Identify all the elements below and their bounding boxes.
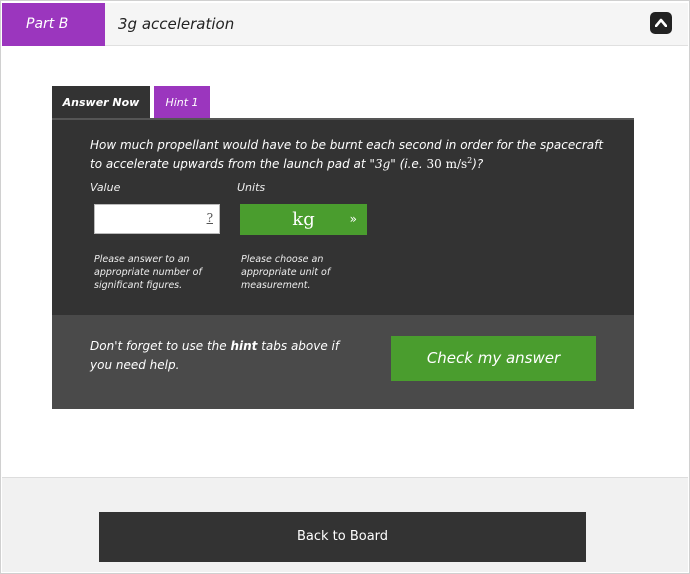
units-selected: kg [292, 209, 315, 230]
question-part-2: " (i.e. [390, 157, 427, 171]
tab-answer-now[interactable]: Answer Now [52, 86, 150, 119]
help-question-mark[interactable]: ? [207, 211, 213, 225]
part-label: Part B [2, 3, 105, 46]
units-label: Units [237, 181, 266, 194]
value-help-text: Please answer to an appropriate number o… [94, 254, 202, 291]
tab-hint-1[interactable]: Hint 1 [154, 86, 210, 119]
value-field[interactable]: ? [94, 204, 220, 234]
check-answer-button[interactable]: Check my answer [391, 336, 596, 381]
hint-reminder: Don't forget to use the hint tabs above … [90, 337, 340, 375]
units-dropdown[interactable]: kg » [240, 204, 367, 235]
panel-footer: Don't forget to use the hint tabs above … [52, 315, 634, 409]
question-part-3: )? [472, 157, 484, 171]
question-value: 30 [426, 157, 442, 171]
bottom-bar: Back to Board [2, 477, 688, 572]
part-header: Part B 3g acceleration [2, 3, 688, 46]
value-input[interactable] [95, 205, 219, 233]
question-text: How much propellant would have to be bur… [90, 136, 610, 174]
chevron-down-icon: » [349, 212, 357, 226]
back-to-board-button[interactable]: Back to Board [99, 512, 586, 562]
collapse-button[interactable] [650, 12, 672, 34]
reminder-bold: hint [230, 339, 258, 353]
units-help-text: Please choose an appropriate unit of mea… [241, 254, 331, 291]
question-accel: 3g [374, 157, 391, 171]
value-label: Value [90, 181, 121, 194]
question-quantity: 30 m/s2 [426, 157, 472, 172]
part-title: 3g acceleration [118, 15, 235, 33]
answer-panel: How much propellant would have to be bur… [52, 118, 634, 409]
question-part-1: How much propellant would have to be bur… [90, 138, 604, 171]
reminder-part-1: Don't forget to use the [90, 339, 231, 353]
question-unit: m/s [445, 157, 468, 171]
chevron-up-icon [655, 18, 667, 27]
